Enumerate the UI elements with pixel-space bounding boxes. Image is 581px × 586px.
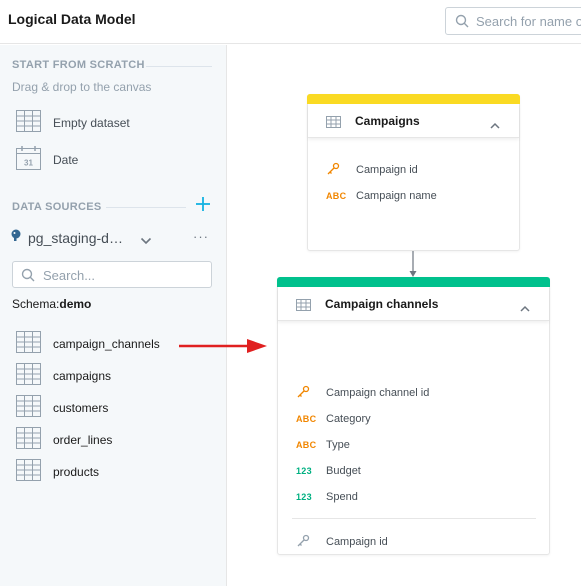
relationship-connector[interactable]: [408, 251, 418, 278]
field-name: Campaign name: [356, 190, 437, 202]
search-icon: [21, 268, 35, 287]
field-row[interactable]: ABC Category: [296, 409, 371, 429]
reference-row[interactable]: Campaign id: [296, 532, 388, 552]
start-from-scratch-heading: START FROM SCRATCH: [12, 59, 145, 71]
field-row[interactable]: Campaign id: [326, 160, 418, 180]
schema-prefix: Schema:: [12, 297, 60, 311]
model-canvas[interactable]: Campaigns Campaign id ABC Campaign name …: [228, 45, 581, 586]
empty-dataset-label: Empty dataset: [53, 116, 130, 130]
field-name: Spend: [326, 491, 358, 503]
card-accent-bar: [307, 94, 520, 104]
field-name: Campaign id: [356, 164, 418, 176]
table-grid-icon: [16, 109, 41, 137]
top-search-input[interactable]: Search for name o: [445, 7, 581, 35]
dataset-search-input[interactable]: Search...: [12, 261, 212, 288]
table-grid-icon: [16, 426, 41, 454]
date-item[interactable]: 31 Date: [16, 145, 79, 175]
reference-name: Campaign id: [326, 536, 388, 548]
section-divider: [106, 207, 186, 208]
card-accent-bar: [277, 277, 550, 287]
more-options-button[interactable]: ···: [193, 229, 209, 244]
dataset-search-placeholder: Search...: [43, 268, 96, 283]
key-icon: [326, 162, 356, 178]
table-item-order-lines[interactable]: order_lines: [16, 426, 113, 454]
table-item-campaigns[interactable]: campaigns: [16, 362, 112, 390]
field-row[interactable]: 123 Budget: [296, 461, 361, 481]
empty-dataset-item[interactable]: Empty dataset: [16, 109, 130, 137]
data-source-select[interactable]: pg_staging-d…: [10, 227, 160, 249]
attribute-type-icon: ABC: [296, 414, 317, 424]
dataset-card-campaign-channels[interactable]: Campaign channels Campaign channel id AB…: [277, 277, 550, 555]
sidebar: START FROM SCRATCH Drag & drop to the ca…: [0, 45, 227, 586]
start-hint: Drag & drop to the canvas: [12, 80, 152, 94]
chevron-up-icon[interactable]: [520, 299, 530, 317]
attribute-type-icon: ABC: [296, 440, 317, 450]
table-item-label: products: [53, 465, 100, 479]
section-divider: [146, 66, 212, 67]
table-item-label: customers: [53, 401, 109, 415]
card-header[interactable]: Campaigns: [308, 104, 519, 138]
fact-type-icon: 123: [296, 492, 312, 502]
card-title: Campaigns: [355, 114, 420, 128]
search-icon: [455, 14, 469, 33]
table-grid-icon: [16, 330, 41, 358]
table-item-campaign-channels[interactable]: campaign_channels: [16, 330, 160, 358]
attribute-type-icon: ABC: [326, 191, 347, 201]
table-item-customers[interactable]: customers: [16, 394, 109, 422]
card-title: Campaign channels: [325, 297, 439, 311]
field-row[interactable]: 123 Spend: [296, 487, 358, 507]
data-source-name: pg_staging-d…: [28, 230, 123, 246]
add-data-source-button[interactable]: [194, 195, 212, 213]
chevron-up-icon[interactable]: [490, 116, 500, 134]
field-name: Campaign channel id: [326, 387, 430, 399]
table-item-label: order_lines: [53, 433, 113, 447]
schema-label: Schema:demo: [12, 297, 91, 311]
dataset-card-campaigns[interactable]: Campaigns Campaign id ABC Campaign name: [307, 94, 520, 251]
top-search-placeholder: Search for name o: [476, 14, 581, 29]
field-row[interactable]: ABC Campaign name: [326, 186, 437, 206]
references-divider: [292, 518, 536, 519]
date-label: Date: [53, 153, 79, 167]
calendar-icon: 31: [16, 145, 41, 175]
table-grid-icon: [16, 394, 41, 422]
fact-type-icon: 123: [296, 466, 312, 476]
field-name: Category: [326, 413, 371, 425]
table-grid-icon: [16, 458, 41, 486]
table-grid-icon: [296, 298, 311, 316]
table-item-products[interactable]: products: [16, 458, 100, 486]
data-sources-heading: DATA SOURCES: [12, 201, 102, 213]
postgresql-icon: [10, 229, 22, 247]
app-header: Logical Data Model Search for name o: [0, 0, 581, 44]
field-row[interactable]: Campaign channel id: [296, 383, 429, 403]
app-title: Logical Data Model: [8, 11, 136, 27]
key-icon: [296, 385, 326, 401]
table-item-label: campaigns: [53, 369, 112, 383]
annotation-arrow: [179, 339, 267, 353]
table-grid-icon: [16, 362, 41, 390]
chevron-down-icon: [140, 232, 152, 250]
table-item-label: campaign_channels: [53, 337, 160, 351]
card-header[interactable]: Campaign channels: [278, 287, 549, 321]
svg-text:31: 31: [24, 158, 33, 167]
table-grid-icon: [326, 115, 341, 133]
field-row[interactable]: ABC Type: [296, 435, 350, 455]
field-name: Type: [326, 439, 350, 451]
schema-value: demo: [59, 297, 92, 311]
field-name: Budget: [326, 465, 361, 477]
reference-key-icon: [296, 534, 326, 550]
